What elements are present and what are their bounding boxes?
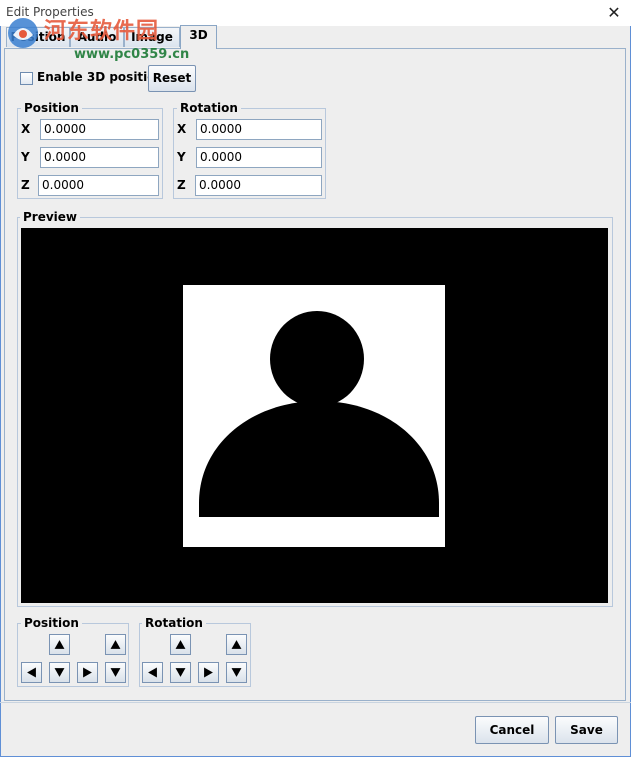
position-group-title: Position <box>21 101 82 115</box>
arrow-down-icon <box>175 668 186 677</box>
rotation-y-label: Y <box>177 150 186 164</box>
rotation-y-field[interactable]: 0.0000 <box>196 147 322 168</box>
person-silhouette-icon <box>199 311 439 517</box>
rotation-x-label: X <box>177 122 187 136</box>
rotation-arrows-title: Rotation <box>142 616 206 630</box>
rotation-forward-button[interactable] <box>226 634 247 655</box>
position-back-button[interactable] <box>105 662 126 683</box>
position-y-label: Y <box>21 150 30 164</box>
position-right-button[interactable] <box>77 662 98 683</box>
rotation-z-field[interactable]: 0.0000 <box>195 175 322 196</box>
position-forward-button[interactable] <box>105 634 126 655</box>
watermark-url: www.pc0359.cn <box>74 47 190 62</box>
arrow-up-icon <box>231 640 242 649</box>
position-left-button[interactable] <box>21 662 42 683</box>
save-button[interactable]: Save <box>555 716 618 744</box>
position-arrows-title: Position <box>21 616 82 630</box>
position-y-field[interactable]: 0.0000 <box>40 147 159 168</box>
arrow-up-icon <box>175 640 186 649</box>
rotation-x-field[interactable]: 0.0000 <box>196 119 322 140</box>
arrow-up-icon <box>54 640 65 649</box>
rotation-up-button[interactable] <box>170 634 191 655</box>
rotation-group-title: Rotation <box>177 101 241 115</box>
rotation-back-button[interactable] <box>226 662 247 683</box>
enable-3d-checkbox[interactable] <box>20 72 33 85</box>
position-z-field[interactable]: 0.0000 <box>38 175 159 196</box>
position-x-field[interactable]: 0.0000 <box>40 119 159 140</box>
watermark-logo-icon <box>8 18 38 48</box>
arrow-up-icon <box>110 640 121 649</box>
rotation-left-button[interactable] <box>142 662 163 683</box>
arrow-left-icon <box>148 667 157 678</box>
rotation-down-button[interactable] <box>170 662 191 683</box>
footer-separator <box>0 702 631 703</box>
rotation-z-label: Z <box>177 178 186 192</box>
position-down-button[interactable] <box>49 662 70 683</box>
watermark-text: 河东软件园 <box>44 18 160 44</box>
arrow-left-icon <box>27 667 36 678</box>
arrow-down-icon <box>231 668 242 677</box>
close-icon[interactable]: ✕ <box>602 2 626 24</box>
preview-title: Preview <box>20 210 81 224</box>
tab-3d[interactable]: 3D <box>180 25 217 49</box>
arrow-down-icon <box>110 668 121 677</box>
enable-3d-label[interactable]: Enable 3D position <box>37 70 164 84</box>
arrow-down-icon <box>54 668 65 677</box>
position-z-label: Z <box>21 178 30 192</box>
rotation-right-button[interactable] <box>198 662 219 683</box>
position-up-button[interactable] <box>49 634 70 655</box>
arrow-right-icon <box>83 667 92 678</box>
cancel-button[interactable]: Cancel <box>475 716 549 744</box>
reset-button[interactable]: Reset <box>148 65 196 92</box>
position-x-label: X <box>21 122 31 136</box>
preview-image <box>183 285 445 547</box>
arrow-right-icon <box>204 667 213 678</box>
